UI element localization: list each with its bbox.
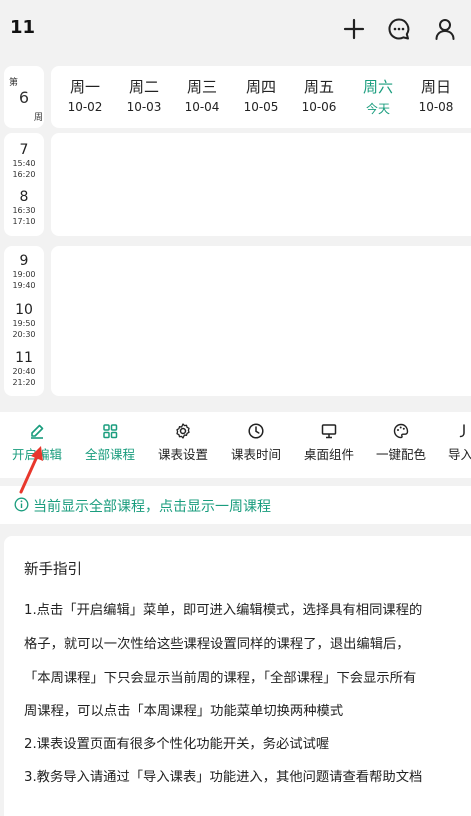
monitor-icon (320, 422, 338, 440)
time-slot: 8 16:30 17:10 (4, 189, 44, 227)
notice-text: 当前显示全部课程，点击显示一周课程 (33, 499, 271, 515)
day-name: 周二 (128, 78, 159, 96)
info-icon (14, 497, 29, 512)
page-title: 11 (10, 17, 36, 38)
day-date: 10-04 (184, 100, 220, 114)
day-header: 周三 10-04 (172, 76, 232, 114)
slot-number: 8 (19, 189, 29, 205)
day-name: 周三 (186, 78, 217, 96)
desktop-widget-button[interactable]: 桌面组件 (304, 422, 354, 463)
schedule-settings-label: 课表设置 (158, 447, 209, 462)
guide-line: 3.教务导入请通过「导入课表」功能进入，其他问题请查看帮助文档 (24, 770, 423, 785)
time-slot-column: 9 19:00 19:40 10 19:50 20:30 11 20:40 21… (4, 246, 44, 396)
function-toolbar: 开启编辑 全部课程 课表设置 课表时间 桌面组件 一键配色 导入 (0, 412, 471, 478)
slot-end: 19:40 (12, 281, 36, 290)
slot-start: 20:40 (12, 367, 36, 376)
display-mode-notice[interactable]: 当前显示全部课程，点击显示一周课程 (0, 486, 471, 524)
slot-end: 17:10 (12, 217, 36, 226)
slot-start: 19:00 (12, 270, 36, 279)
time-slot: 9 19:00 19:40 (4, 253, 44, 291)
import-button[interactable]: 导入 (448, 422, 471, 463)
day-name: 周日 (420, 78, 451, 96)
day-name: 周四 (245, 78, 276, 96)
slot-end: 20:30 (12, 330, 36, 339)
user-icon[interactable] (432, 16, 458, 42)
today-label: 今天 (365, 102, 390, 116)
day-date: 10-02 (67, 100, 103, 114)
clock-icon (247, 422, 265, 440)
day-date: 10-08 (418, 100, 454, 114)
slot-number: 11 (15, 350, 33, 366)
day-header: 周二 10-03 (114, 76, 174, 114)
day-header: 周一 10-02 (55, 76, 115, 114)
day-name: 周六 (362, 78, 393, 96)
course-grid-evening[interactable] (51, 246, 471, 396)
edit-label: 开启编辑 (12, 447, 63, 462)
class-time-label: 课表时间 (231, 447, 282, 462)
desktop-widget-label: 桌面组件 (304, 447, 355, 462)
schedule-settings-button[interactable]: 课表设置 (158, 422, 208, 463)
time-slot: 10 19:50 20:30 (4, 302, 44, 340)
week-value: 6 (18, 88, 30, 107)
beginner-guide: 新手指引 1.点击「开启编辑」菜单，即可进入编辑模式，选择具有相同课程的 格子，… (4, 536, 471, 816)
day-header-today: 周六 今天 (348, 76, 408, 117)
day-date: 10-03 (126, 100, 162, 114)
add-icon[interactable] (341, 16, 367, 42)
color-theme-label: 一键配色 (376, 447, 427, 462)
chat-icon[interactable] (386, 16, 412, 42)
weekday-header: 周一 10-02 周二 10-03 周三 10-04 周四 10-05 周五 1… (51, 66, 471, 128)
slot-number: 7 (19, 142, 29, 158)
grid-icon (101, 422, 119, 440)
slot-end: 16:20 (12, 170, 36, 179)
slot-start: 15:40 (12, 159, 36, 168)
guide-line: 「本周课程」下只会显示当前周的课程，「全部课程」下会显示所有 (24, 671, 417, 686)
guide-line: 2.课表设置页面有很多个性化功能开关，务必试试喔 (24, 737, 330, 752)
edit-button[interactable]: 开启编辑 (12, 422, 62, 463)
day-name: 周五 (303, 78, 334, 96)
slot-number: 9 (19, 253, 29, 269)
import-icon (452, 422, 470, 440)
day-header: 周四 10-05 (231, 76, 291, 114)
time-slot-column: 7 15:40 16:20 8 16:30 17:10 (4, 133, 44, 236)
course-grid-afternoon[interactable] (51, 133, 471, 236)
week-number[interactable]: 第 6 周 (4, 66, 44, 128)
slot-start: 19:50 (12, 319, 36, 328)
week-suffix: 周 (34, 113, 44, 123)
import-label: 导入 (448, 447, 471, 462)
edit-icon (28, 422, 46, 440)
all-courses-button[interactable]: 全部课程 (85, 422, 135, 463)
day-date: 10-05 (243, 100, 279, 114)
all-courses-label: 全部课程 (85, 447, 136, 462)
time-slot: 11 20:40 21:20 (4, 350, 44, 388)
palette-icon (392, 422, 410, 440)
top-bar: 11 (0, 0, 471, 58)
day-name: 周一 (69, 78, 100, 96)
guide-title: 新手指引 (24, 562, 82, 578)
time-slot: 7 15:40 16:20 (4, 142, 44, 180)
guide-line: 格子，就可以一次性给这些课程设置同样的课程了，退出编辑后， (24, 637, 410, 652)
slot-end: 21:20 (12, 378, 36, 387)
week-prefix: 第 (9, 78, 19, 88)
guide-line: 1.点击「开启编辑」菜单，即可进入编辑模式，选择具有相同课程的 (24, 603, 423, 618)
gear-icon (174, 422, 192, 440)
day-header: 周五 10-06 (289, 76, 349, 114)
day-header: 周日 10-08 (406, 76, 466, 114)
class-time-button[interactable]: 课表时间 (231, 422, 281, 463)
guide-line: 周课程，可以点击「本周课程」功能菜单切换两种模式 (24, 704, 344, 719)
slot-number: 10 (15, 302, 33, 318)
slot-start: 16:30 (12, 206, 36, 215)
color-theme-button[interactable]: 一键配色 (376, 422, 426, 463)
day-date: 10-06 (301, 100, 337, 114)
